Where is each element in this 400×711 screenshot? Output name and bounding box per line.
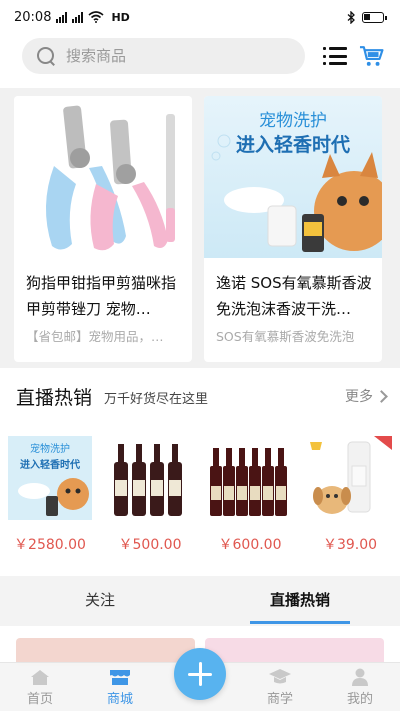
item-price: ￥500.00 (118, 537, 182, 553)
network-type: HD (111, 10, 130, 24)
add-button[interactable] (174, 648, 226, 700)
banner-line1: 宠物洗护 (259, 111, 327, 131)
nail-clipper-image (14, 96, 192, 258)
red-wine-bottles-thumb (208, 436, 292, 520)
product-desc: 【省包邮】宠物用品，… (26, 329, 164, 344)
product-card[interactable]: 宠物洗护 进入轻香时代 逸诺 SOS有氧慕斯香波免洗泡沫香波干洗… SOS有氧慕… (204, 96, 382, 362)
signal-icon (72, 11, 84, 23)
search-input[interactable] (66, 47, 266, 65)
search-icon (36, 46, 56, 66)
live-item-thumb[interactable] (300, 428, 400, 528)
bluetooth-icon (347, 10, 355, 24)
thumb-banner-line2: 进入轻香时代 (20, 459, 80, 471)
item-price: ￥600.00 (218, 537, 282, 553)
live-item-thumb[interactable] (200, 428, 300, 528)
nav-home[interactable]: 首页 (0, 663, 80, 711)
graduation-cap-icon (269, 669, 291, 684)
search-row (0, 34, 400, 78)
more-label: 更多 (345, 389, 373, 405)
section-title: 直播热销 (16, 386, 93, 409)
shampoo-banner-image: 宠物洗护 进入轻香时代 (204, 96, 382, 258)
category-list-icon[interactable] (322, 47, 347, 65)
user-icon (352, 668, 368, 686)
status-time: 20:08 (14, 9, 52, 25)
shop-icon (110, 670, 130, 685)
live-items: 宠物洗护 进入轻香时代 (0, 428, 400, 528)
status-bar: 20:08 HD (0, 0, 400, 34)
live-item-thumb[interactable]: 宠物洗护 进入轻香时代 (0, 428, 100, 528)
product-desc: SOS有氧慕斯香波免洗泡 (216, 329, 355, 344)
nav-label: 商城 (106, 692, 133, 707)
product-title: 狗指甲钳指甲剪猫咪指甲剪带锉刀 宠物… (26, 274, 177, 318)
search-bar[interactable] (22, 38, 305, 74)
live-item-thumb[interactable] (100, 428, 200, 528)
tab-live-hot[interactable]: 直播热销 (200, 576, 400, 626)
nav-shop[interactable]: 商城 (80, 663, 160, 711)
home-icon (31, 670, 49, 685)
nav-academy[interactable]: 商学 (240, 663, 320, 711)
more-link[interactable]: 更多 (345, 386, 388, 406)
live-prices: ￥2580.00 ￥500.00 ￥600.00 ￥39.00 (0, 530, 400, 560)
tab-follow[interactable]: 关注 (0, 576, 200, 626)
nav-label: 我的 (346, 692, 373, 707)
red-wine-bottles-thumb (108, 436, 192, 520)
item-price: ￥39.00 (322, 537, 378, 553)
puppy-shampoo-thumb (308, 436, 392, 520)
section-subtitle: 万千好货尽在这里 (104, 392, 209, 407)
product-title: 逸诺 SOS有氧慕斯香波免洗泡沫香波干洗… (216, 274, 372, 318)
live-section-header: 直播热销 万千好货尽在这里 更多 (0, 372, 400, 420)
wifi-icon (88, 11, 104, 23)
nav-label: 首页 (26, 692, 53, 707)
cart-icon[interactable] (359, 44, 384, 68)
product-card[interactable]: 狗指甲钳指甲剪猫咪指甲剪带锉刀 宠物… 【省包邮】宠物用品，… (14, 96, 192, 362)
product-grid: 狗指甲钳指甲剪猫咪指甲剪带锉刀 宠物… 【省包邮】宠物用品，… 宠物洗护 进入轻… (0, 88, 400, 368)
nav-me[interactable]: 我的 (320, 663, 400, 711)
thumb-banner-line1: 宠物洗护 (30, 443, 70, 455)
nav-label: 商学 (266, 692, 293, 707)
banner-line2: 进入轻香时代 (235, 134, 350, 156)
item-price: ￥2580.00 (14, 537, 86, 553)
chevron-right-icon (375, 389, 388, 403)
feed-tabs: 关注 直播热销 (0, 576, 400, 626)
battery-icon (362, 11, 387, 23)
signal-icon (56, 11, 68, 23)
